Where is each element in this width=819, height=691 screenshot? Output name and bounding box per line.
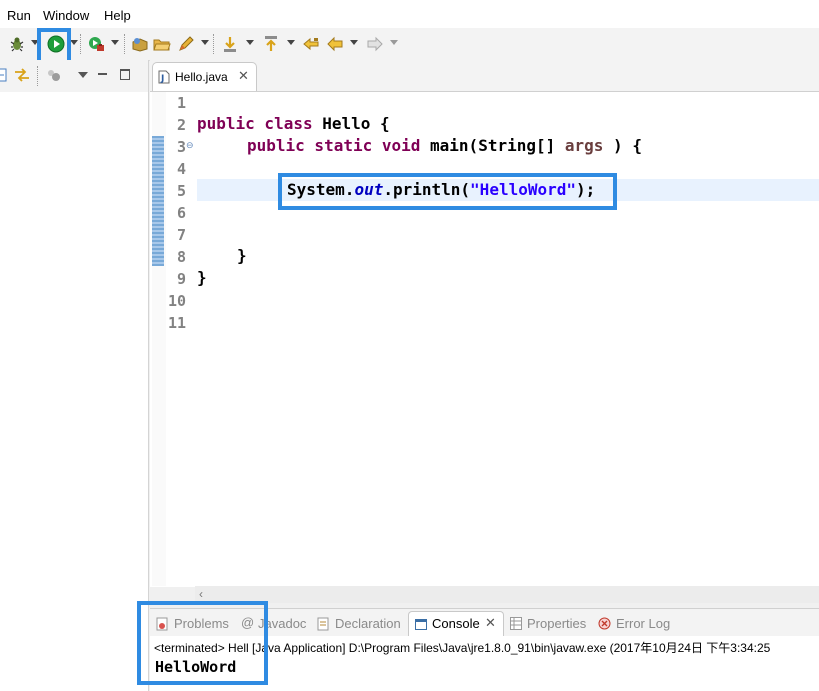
- external-tools-dropdown-icon[interactable]: [111, 40, 119, 45]
- forward-arrow-icon[interactable]: [366, 35, 384, 53]
- toolbar-separator: [213, 34, 215, 54]
- package-explorer-panel: [0, 60, 149, 691]
- properties-icon: [510, 617, 522, 630]
- external-tools-icon[interactable]: [87, 35, 105, 53]
- toolbar: [0, 28, 819, 61]
- quick-diff-marker: [152, 136, 164, 266]
- maximize-icon[interactable]: [120, 69, 130, 80]
- new-java-package-icon[interactable]: [131, 35, 149, 53]
- java-file-icon: J: [158, 70, 170, 84]
- close-icon[interactable]: ✕: [238, 68, 249, 84]
- collapse-all-icon[interactable]: [0, 68, 8, 82]
- declaration-icon: [317, 617, 329, 631]
- horizontal-scrollbar[interactable]: ‹: [195, 586, 819, 603]
- code-text: }: [237, 246, 247, 265]
- error-log-icon: [598, 617, 611, 630]
- forward-dropdown-icon[interactable]: [390, 40, 398, 45]
- code-line-3: public static void main(String[] args ) …: [247, 136, 642, 155]
- back-dropdown-icon[interactable]: [350, 40, 358, 45]
- previous-annotation-dropdown-icon[interactable]: [287, 40, 295, 45]
- scroll-left-icon[interactable]: ‹: [199, 587, 203, 601]
- open-folder-icon[interactable]: [153, 35, 171, 53]
- tab-declaration[interactable]: Declaration: [335, 616, 401, 631]
- code-text: ) {: [603, 136, 642, 155]
- next-annotation-icon[interactable]: [221, 35, 239, 53]
- line-number: 6: [176, 204, 186, 222]
- link-with-editor-icon[interactable]: [13, 67, 31, 83]
- previous-annotation-icon[interactable]: [262, 35, 280, 53]
- back-arrow-icon[interactable]: [326, 35, 344, 53]
- toolbar-separator: [124, 34, 126, 54]
- view-menu-icon[interactable]: [78, 72, 88, 78]
- keyword: public static void: [247, 136, 421, 155]
- pencil-dropdown-icon[interactable]: [201, 40, 209, 45]
- code-line-8: }: [237, 246, 247, 265]
- close-icon[interactable]: ✕: [485, 615, 496, 631]
- menu-window[interactable]: Window: [43, 8, 89, 23]
- fold-icon[interactable]: ⊖: [186, 140, 194, 151]
- code-text: main(String[]: [420, 136, 565, 155]
- line-number: 10: [167, 292, 186, 310]
- editor-tab-hello-java[interactable]: J Hello.java ✕: [152, 62, 257, 92]
- parameter: args: [564, 136, 604, 155]
- focus-on-active-task-icon[interactable]: [46, 68, 62, 82]
- code-line-9: }: [197, 268, 207, 287]
- svg-text:J: J: [160, 74, 164, 84]
- toolbar-separator: [80, 34, 82, 54]
- console-tab-label: Console: [432, 616, 480, 631]
- console-highlight: [137, 601, 268, 685]
- run-dropdown-icon[interactable]: [70, 40, 78, 45]
- menu-help[interactable]: Help: [104, 8, 131, 23]
- println-highlight: [278, 173, 617, 210]
- code-editor[interactable]: [150, 91, 819, 587]
- tab-error-log[interactable]: Error Log: [616, 616, 670, 631]
- line-number: 9: [176, 270, 186, 288]
- line-number: 11: [167, 314, 186, 332]
- line-number: 3: [176, 138, 186, 156]
- tab-console[interactable]: Console ✕: [408, 611, 504, 637]
- next-annotation-dropdown-icon[interactable]: [246, 40, 254, 45]
- pencil-icon[interactable]: [177, 35, 195, 53]
- line-number: 4: [176, 160, 186, 178]
- code-line-2: public class Hello {: [197, 114, 390, 133]
- keyword: public class: [197, 114, 313, 133]
- line-number: 7: [176, 226, 186, 244]
- menu-bar: Run Window Help: [0, 0, 819, 28]
- editor-tab-label: Hello.java: [175, 70, 228, 84]
- package-explorer-toolbar: [0, 60, 148, 92]
- line-number: 5: [176, 182, 186, 200]
- debug-icon[interactable]: [8, 35, 26, 53]
- console-icon: [415, 618, 427, 630]
- line-number: 2: [176, 116, 186, 134]
- console-status-detail: [Java Application] D:\Program Files\Java…: [248, 641, 771, 655]
- last-edit-location-icon[interactable]: [302, 35, 320, 53]
- tab-properties[interactable]: Properties: [527, 616, 586, 631]
- code-text: Hello {: [312, 114, 390, 133]
- menu-run[interactable]: Run: [7, 8, 31, 23]
- panel-separator: [37, 66, 39, 86]
- line-number: 1: [176, 94, 186, 112]
- minimize-icon[interactable]: [98, 73, 107, 75]
- line-number: 8: [176, 248, 186, 266]
- code-text: }: [197, 268, 207, 287]
